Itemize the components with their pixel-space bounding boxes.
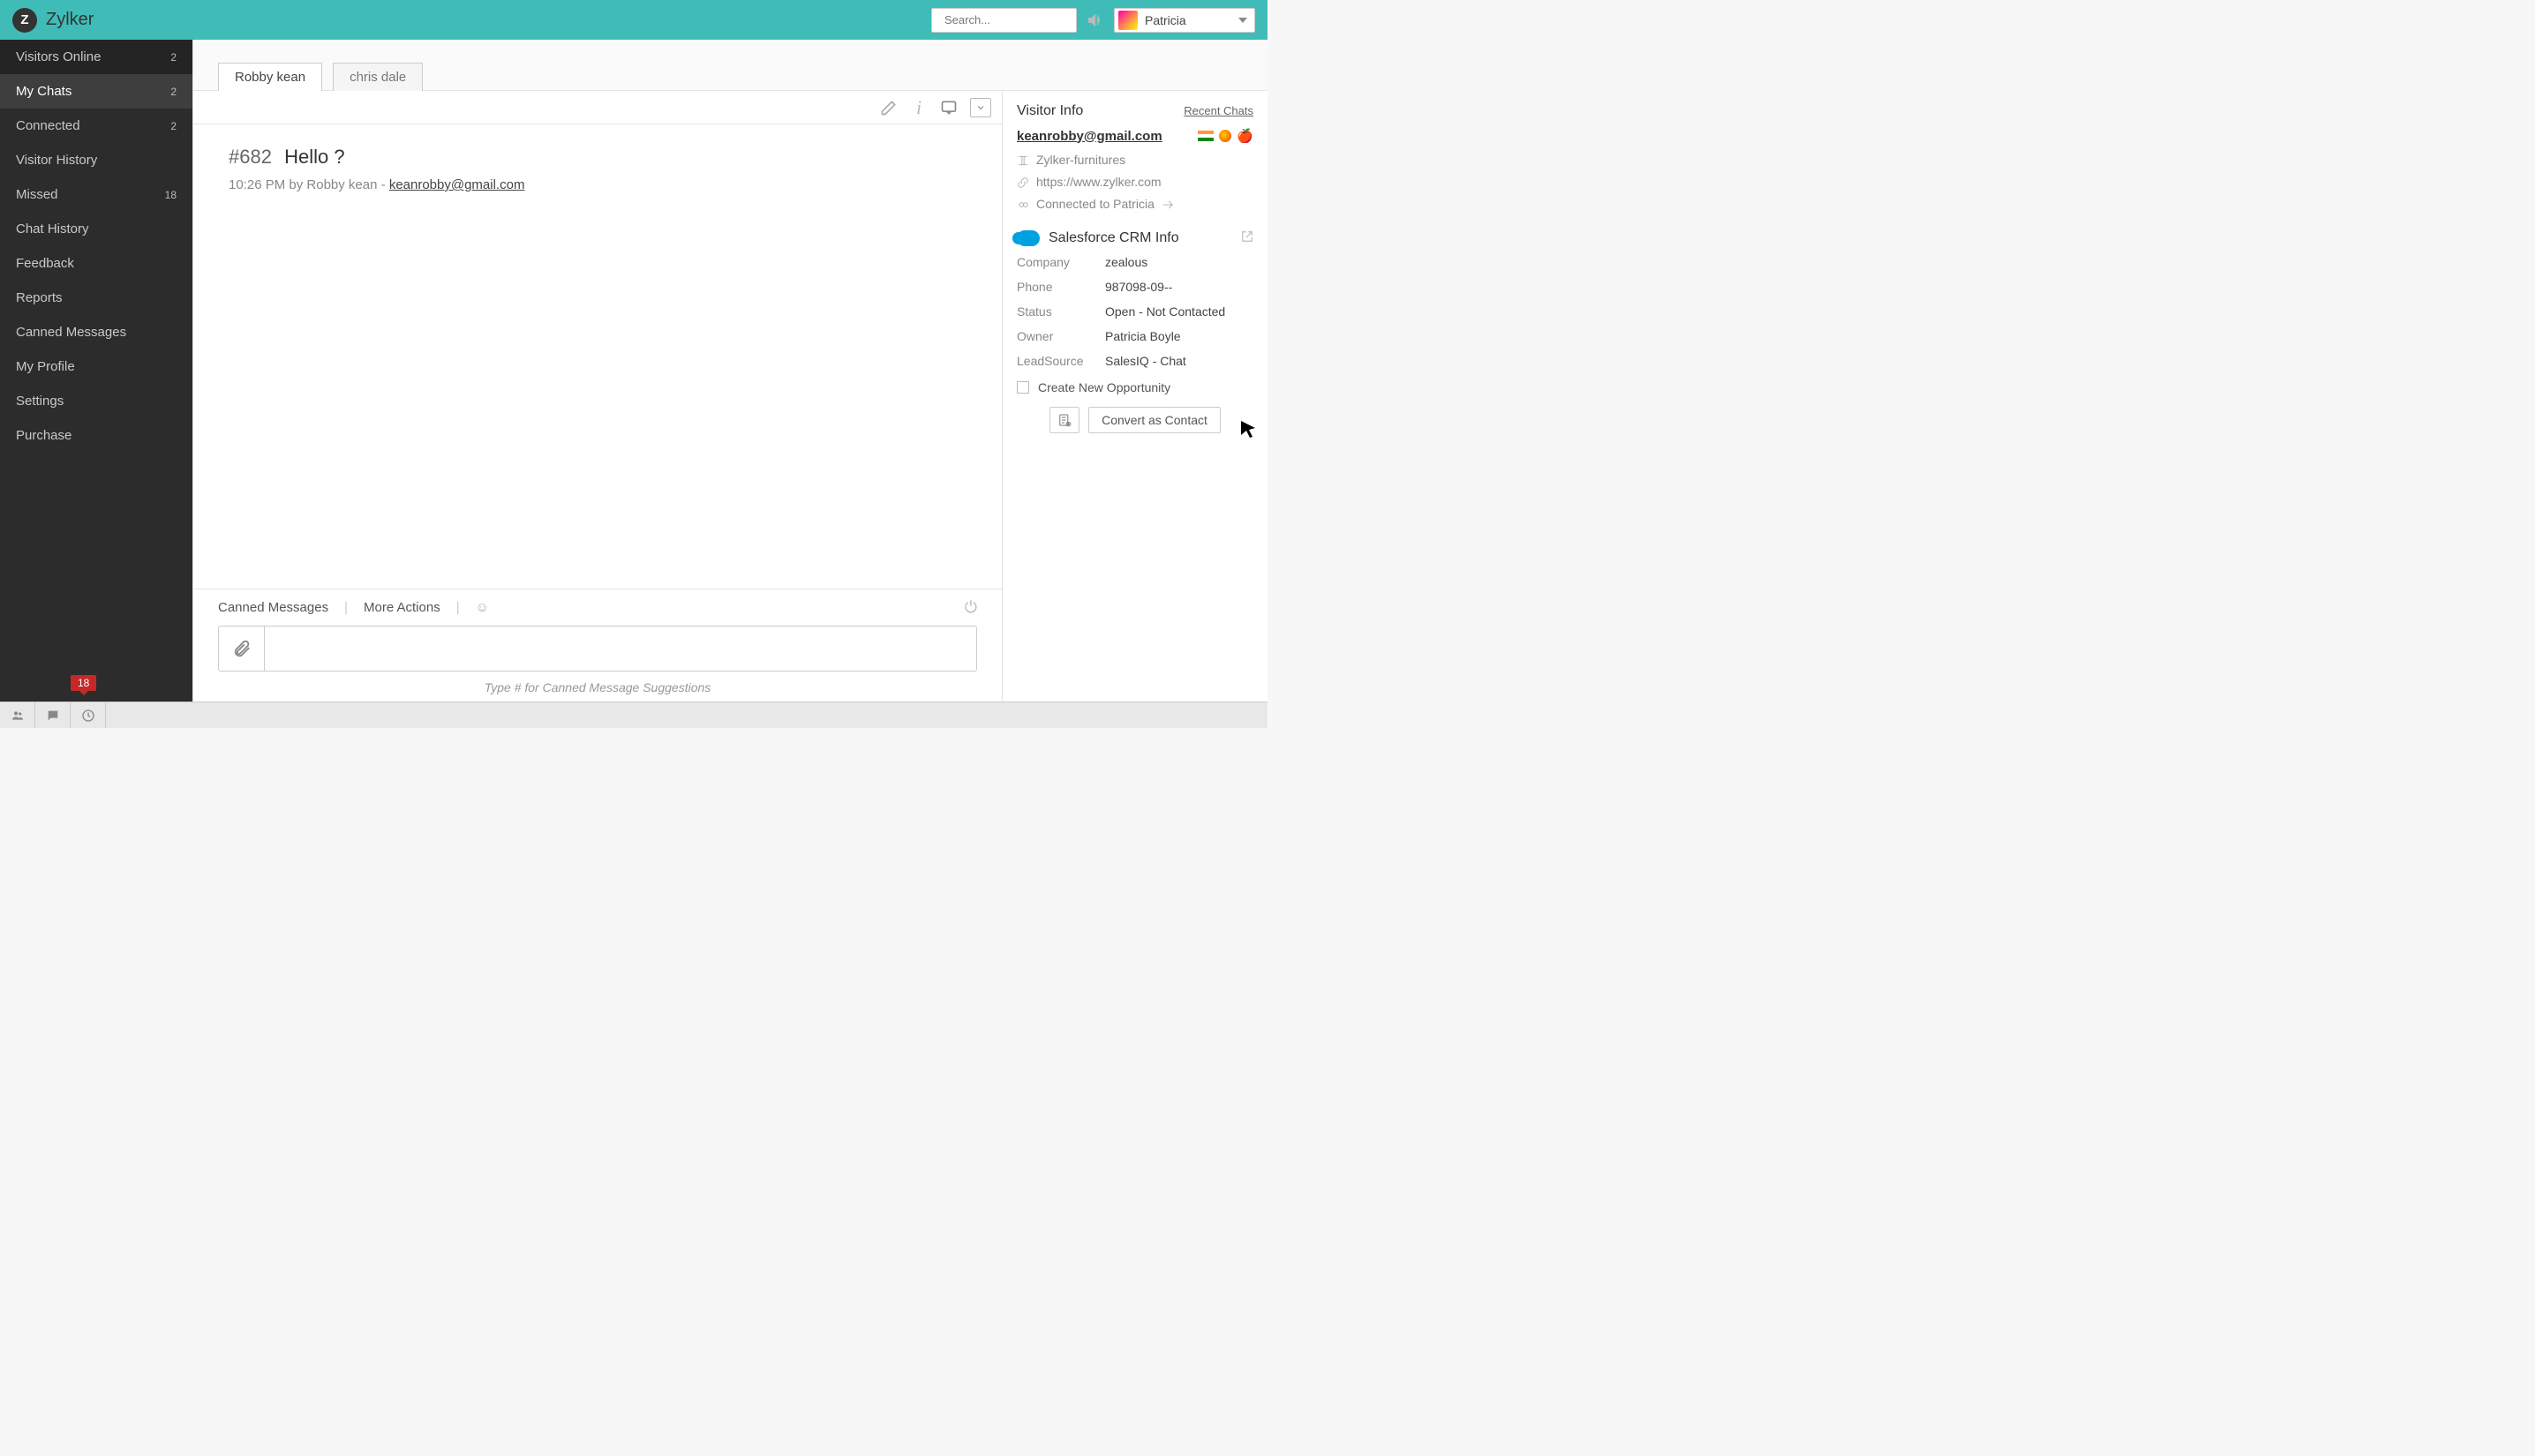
notification-badge[interactable]: 18 (71, 675, 96, 691)
nav-purchase[interactable]: Purchase (0, 418, 192, 453)
salesforce-icon (1017, 230, 1040, 246)
tab-chris[interactable]: chris dale (333, 63, 423, 91)
caret-down-icon (1238, 18, 1247, 23)
info-icon[interactable]: i (910, 99, 928, 116)
composer (218, 626, 977, 672)
brand-logo: Z (12, 8, 37, 33)
crm-phone: 987098-09-- (1105, 280, 1253, 294)
nav-chat-history[interactable]: Chat History (0, 212, 192, 246)
recent-chats-link[interactable]: Recent Chats (1184, 104, 1253, 117)
message-input[interactable] (265, 642, 976, 657)
search-box[interactable] (931, 8, 1077, 33)
compose-icon[interactable] (880, 99, 898, 116)
note-icon-button[interactable] (1049, 407, 1079, 433)
nav-my-profile[interactable]: My Profile (0, 349, 192, 384)
chat-toolbar: i (193, 91, 1002, 124)
tab-robby[interactable]: Robby kean (218, 63, 322, 91)
user-name: Patricia (1145, 13, 1231, 27)
brand: Z Zylker (12, 8, 94, 33)
volume-icon[interactable] (1086, 11, 1105, 30)
visitor-panel: Visitor Info Recent Chats keanrobby@gmai… (1003, 91, 1268, 702)
message-meta: 10:26 PM by Robby kean - keanrobby@gmail… (229, 177, 967, 192)
chat-bubble-icon[interactable] (940, 99, 958, 116)
sidebar: Visitors Online2 My Chats2 Connected2 Vi… (0, 40, 192, 702)
ticket-subject: Hello ? (284, 146, 344, 168)
visitor-url[interactable]: https://www.zylker.com (1036, 171, 1162, 193)
crm-title: Salesforce CRM Info (1049, 230, 1179, 246)
end-chat-icon[interactable]: ⏻ (965, 598, 977, 617)
cursor-pointer-icon (1237, 419, 1259, 440)
composer-hint: Type # for Canned Message Suggestions (193, 680, 1002, 702)
nav-my-chats[interactable]: My Chats2 (0, 74, 192, 109)
convert-contact-button[interactable]: Convert as Contact (1088, 407, 1221, 433)
chat-tabs: Robby kean chris dale (193, 40, 1268, 91)
conversation-area: #682 Hello ? 10:26 PM by Robby kean - ke… (193, 124, 1002, 589)
emoji-icon[interactable]: ☺ (476, 600, 489, 615)
india-flag-icon (1198, 131, 1214, 141)
create-opportunity-checkbox[interactable] (1017, 381, 1029, 394)
open-external-icon[interactable] (1241, 230, 1253, 245)
author-email-link[interactable]: keanrobby@gmail.com (389, 177, 525, 192)
nav-feedback[interactable]: Feedback (0, 246, 192, 281)
brand-name: Zylker (46, 10, 94, 30)
crm-status: Open - Not Contacted (1105, 304, 1253, 319)
sb-clock-icon[interactable] (71, 702, 106, 728)
nav-connected[interactable]: Connected2 (0, 109, 192, 143)
visitor-email[interactable]: keanrobby@gmail.com (1017, 129, 1162, 144)
nav-missed[interactable]: Missed18 (0, 177, 192, 212)
crm-owner: Patricia Boyle (1105, 329, 1253, 343)
status-bar (0, 702, 1268, 728)
nav-settings[interactable]: Settings (0, 384, 192, 418)
nav-reports[interactable]: Reports (0, 281, 192, 315)
nav-canned-messages[interactable]: Canned Messages (0, 315, 192, 349)
attachment-icon[interactable] (219, 627, 265, 671)
sb-users-icon[interactable] (0, 702, 35, 728)
apple-icon: 🍎 (1237, 128, 1253, 144)
search-input[interactable] (944, 13, 1100, 26)
sb-chat-icon[interactable] (35, 702, 71, 728)
visitor-info-title: Visitor Info (1017, 103, 1083, 119)
create-opportunity-label: Create New Opportunity (1038, 380, 1170, 394)
firefox-icon (1219, 130, 1231, 142)
user-menu[interactable]: Patricia (1114, 8, 1255, 33)
more-chevron[interactable] (970, 98, 991, 117)
crm-company: zealous (1105, 255, 1253, 269)
canned-messages-link[interactable]: Canned Messages (218, 600, 328, 615)
visitor-connected: Connected to Patricia (1036, 193, 1155, 215)
nav-visitors-online[interactable]: Visitors Online2 (0, 40, 192, 74)
more-actions-link[interactable]: More Actions (364, 600, 440, 615)
visitor-org: Zylker-furnitures (1036, 149, 1125, 171)
nav-visitor-history[interactable]: Visitor History (0, 143, 192, 177)
crm-leadsource: SalesIQ - Chat (1105, 354, 1253, 368)
user-avatar (1118, 11, 1138, 30)
ticket-number: #682 (229, 146, 272, 168)
